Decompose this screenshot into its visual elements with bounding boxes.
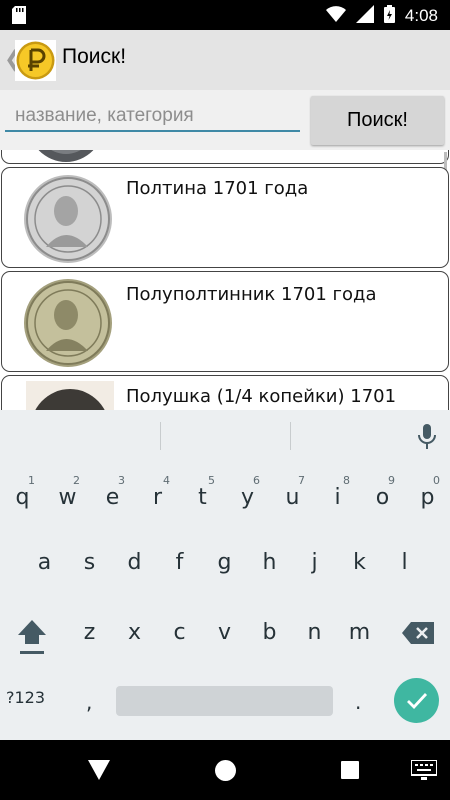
list-item[interactable]: Полтина 1701 года <box>1 167 449 268</box>
status-bar: 4:08 <box>0 0 450 30</box>
key-z[interactable]: z <box>67 605 112 661</box>
list-item-title: Полуполтинник 1701 года <box>126 284 377 305</box>
key-w[interactable]: 2w <box>45 465 90 521</box>
nav-home-icon[interactable] <box>215 760 236 781</box>
key-q[interactable]: 1q <box>0 465 45 521</box>
search-bar: Поиск! <box>0 90 450 150</box>
status-time: 4:08 <box>404 6 438 25</box>
mic-icon[interactable] <box>417 424 437 454</box>
coin-list[interactable]: Полтина 1701 года Полуполтинник 1701 год… <box>0 150 450 410</box>
key-y[interactable]: 6y <box>225 465 270 521</box>
key-g[interactable]: g <box>202 535 247 591</box>
system-nav-bar <box>0 740 450 800</box>
wifi-icon <box>325 5 346 27</box>
battery-icon <box>383 5 395 27</box>
key-x[interactable]: x <box>112 605 157 661</box>
search-input[interactable] <box>5 102 300 132</box>
key-a[interactable]: a <box>22 535 67 591</box>
key-v[interactable]: v <box>202 605 247 661</box>
key-j[interactable]: j <box>292 535 337 591</box>
key-n[interactable]: n <box>292 605 337 661</box>
signal-icon <box>355 5 374 27</box>
symbols-key[interactable]: ?123 <box>6 688 45 707</box>
nav-back-icon[interactable] <box>88 760 110 784</box>
key-u[interactable]: 7u <box>270 465 315 521</box>
space-bar[interactable] <box>116 686 333 716</box>
shift-icon[interactable] <box>16 618 48 658</box>
nav-recents-icon[interactable] <box>341 761 359 779</box>
key-e[interactable]: 3e <box>90 465 135 521</box>
list-item[interactable] <box>1 150 449 164</box>
coin-image <box>26 150 106 163</box>
suggestion-strip <box>0 410 450 460</box>
comma-key[interactable]: , <box>86 690 92 714</box>
key-d[interactable]: d <box>112 535 157 591</box>
suggestion-divider <box>160 422 161 450</box>
key-c[interactable]: c <box>157 605 202 661</box>
coin-image <box>22 173 114 265</box>
key-m[interactable]: m <box>337 605 382 661</box>
keyboard-switch-icon[interactable] <box>410 759 438 784</box>
key-h[interactable]: h <box>247 535 292 591</box>
key-s[interactable]: s <box>67 535 112 591</box>
coin-image <box>26 381 114 410</box>
soft-keyboard: 1q 2w 3e 4r 5t 6y 7u 8i 9o 0p a s d f g … <box>0 410 450 740</box>
key-o[interactable]: 9o <box>360 465 405 521</box>
backspace-icon[interactable] <box>402 622 434 648</box>
enter-key[interactable] <box>394 678 439 723</box>
app-bar: ❮ Поиск! <box>0 30 450 90</box>
coin-image <box>22 277 114 369</box>
key-i[interactable]: 8i <box>315 465 360 521</box>
list-item[interactable]: Полуполтинник 1701 года <box>1 271 449 372</box>
key-f[interactable]: f <box>157 535 202 591</box>
key-t[interactable]: 5t <box>180 465 225 521</box>
list-item[interactable]: Полушка (1/4 копейки) 1701 <box>1 375 449 410</box>
key-l[interactable]: l <box>382 535 427 591</box>
list-item-title: Полтина 1701 года <box>126 178 309 199</box>
sd-card-icon <box>12 6 26 28</box>
check-icon <box>406 692 428 713</box>
key-r[interactable]: 4r <box>135 465 180 521</box>
list-item-title: Полушка (1/4 копейки) 1701 <box>126 386 397 407</box>
key-p[interactable]: 0p <box>405 465 450 521</box>
ruble-coin-logo[interactable] <box>15 40 56 81</box>
page-title: Поиск! <box>62 45 127 68</box>
search-button[interactable]: Поиск! <box>311 96 444 145</box>
suggestion-divider <box>290 422 291 450</box>
key-k[interactable]: k <box>337 535 382 591</box>
period-key[interactable]: . <box>355 690 361 714</box>
key-b[interactable]: b <box>247 605 292 661</box>
